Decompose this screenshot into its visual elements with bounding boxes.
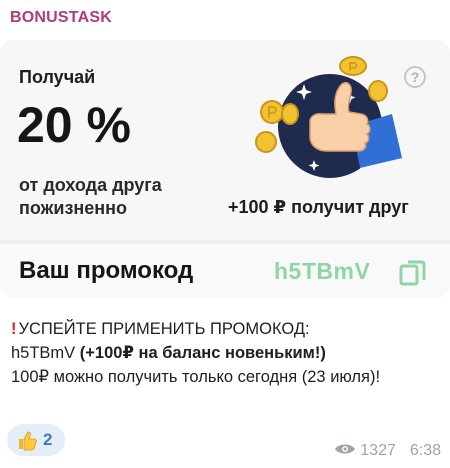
message-meta: 1327 6:38	[334, 442, 441, 460]
help-icon[interactable]: ?	[404, 66, 426, 88]
thumbs-up-coins-illustration	[255, 56, 402, 178]
income-description: от дохода друга пожизненно	[19, 175, 162, 218]
friend-bonus-text: +100 ₽ получит друг	[228, 197, 409, 217]
reaction-button[interactable]: 2	[7, 424, 65, 456]
get-label: Получай	[19, 67, 96, 87]
message-line-3: 100₽ можно получить только сегодня (23 и…	[11, 368, 381, 386]
message-code[interactable]: h5TBmV	[11, 344, 75, 362]
promo-label: Ваш промокод	[19, 257, 194, 284]
message-text: ! УСПЕЙТЕ ПРИМЕНИТЬ ПРОМОКОД: h5TBmV (+10…	[11, 317, 441, 389]
channel-name[interactable]: BONUSTASK	[10, 9, 112, 27]
eye-icon	[335, 444, 356, 454]
promo-card: Получай 20 % от дохода друга пожизненно	[0, 40, 450, 298]
message-time: 6:38	[409, 442, 441, 459]
copy-icon[interactable]	[398, 257, 428, 287]
thumbs-up-icon	[19, 431, 37, 451]
message-bold-bonus: (+100₽ на баланс новеньким!)	[79, 344, 326, 362]
promo-code-value[interactable]: h5TBmV	[274, 258, 370, 285]
promo-card-top: Получай 20 % от дохода друга пожизненно	[0, 40, 450, 240]
message-line-1: УСПЕЙТЕ ПРИМЕНИТЬ ПРОМОКОД:	[18, 320, 310, 338]
reaction-count: 2	[43, 430, 53, 449]
exclamation-icon: !	[11, 320, 17, 338]
percent-value: 20 %	[17, 97, 131, 153]
view-count: 1327	[360, 442, 396, 459]
promo-code-row: Ваш промокод h5TBmV	[0, 244, 450, 298]
